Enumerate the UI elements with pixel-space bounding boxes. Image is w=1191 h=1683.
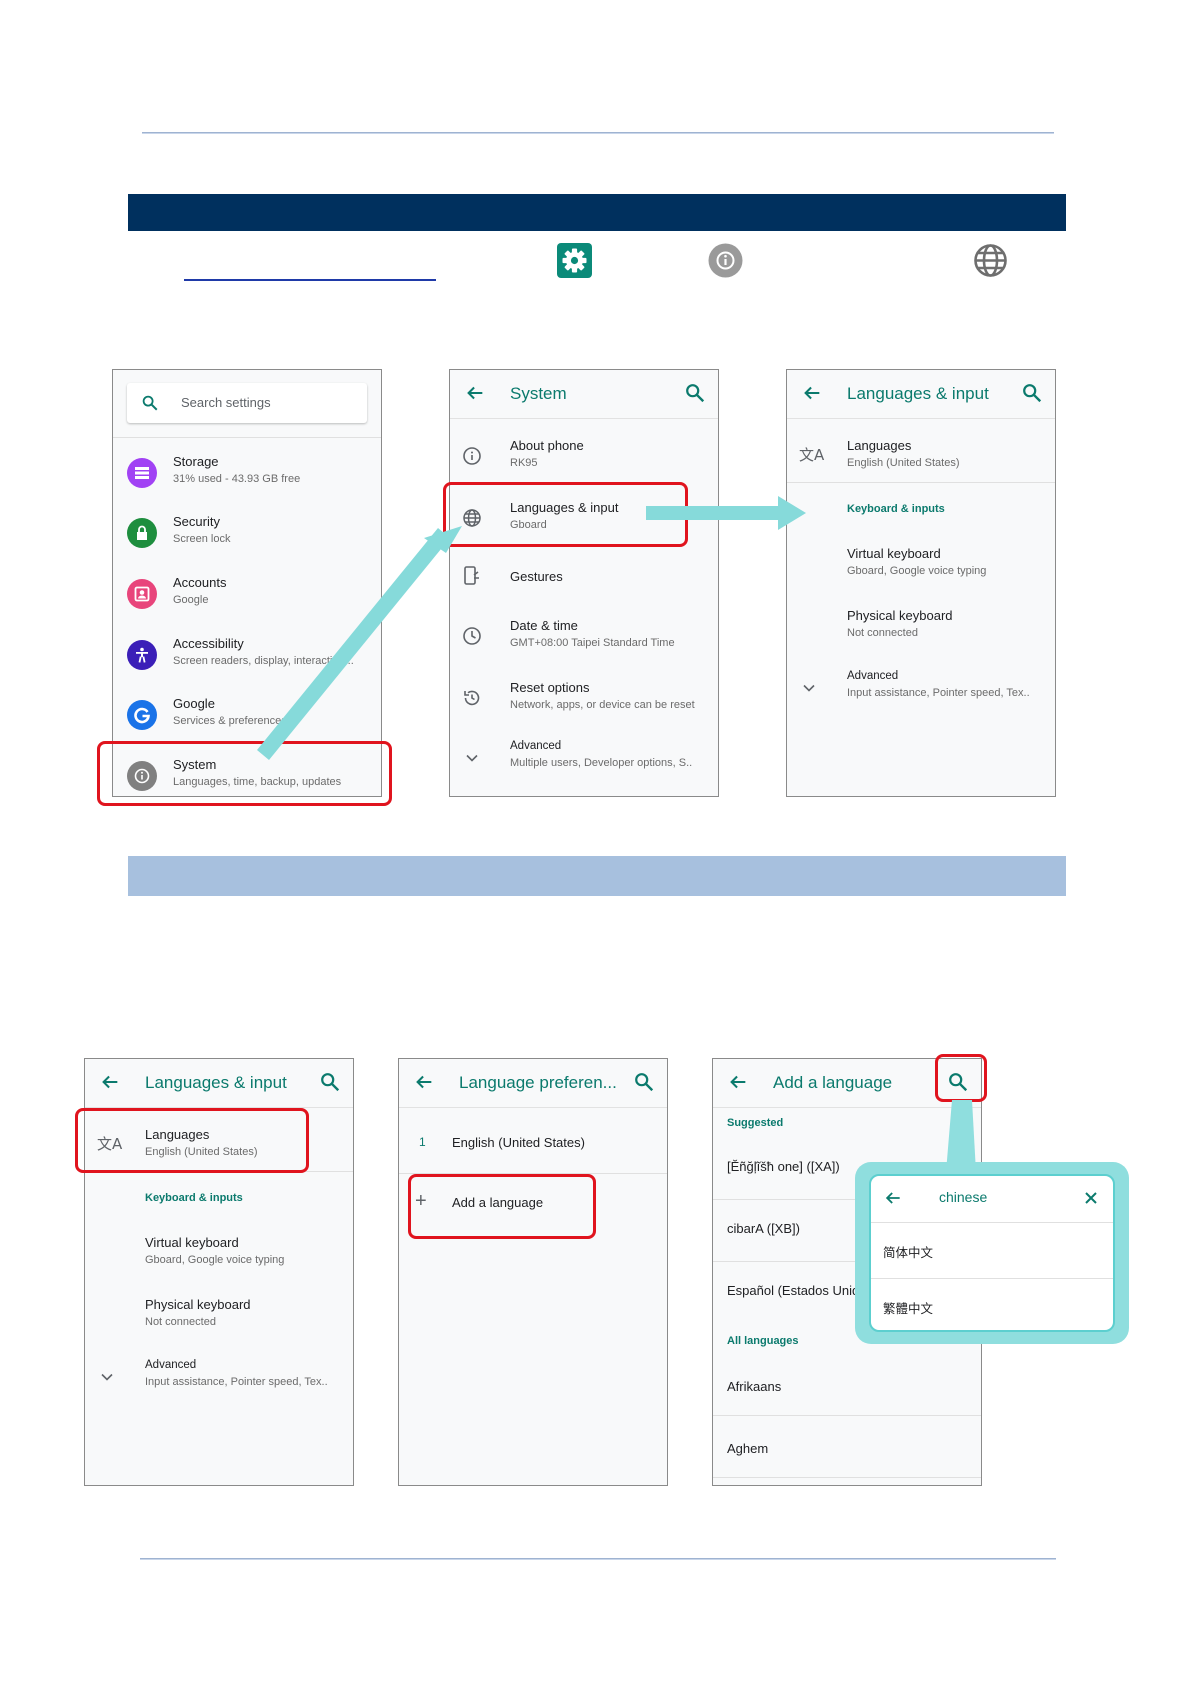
language-name: 繁體中文 — [883, 1301, 934, 1316]
search-result-item[interactable]: 简体中文 — [871, 1224, 1113, 1276]
search-popup: chinese 简体中文 繁體中文 — [855, 1162, 1129, 1344]
search-query[interactable]: chinese — [939, 1189, 987, 1205]
bottom-rule — [140, 1558, 1056, 1560]
language-name: 简体中文 — [883, 1245, 934, 1260]
back-arrow-icon[interactable] — [883, 1188, 903, 1208]
callout-pointer — [946, 1100, 976, 1172]
search-results-panel: chinese 简体中文 繁體中文 — [869, 1174, 1115, 1332]
search-result-item[interactable]: 繁體中文 — [871, 1280, 1113, 1330]
close-icon[interactable] — [1083, 1190, 1099, 1206]
